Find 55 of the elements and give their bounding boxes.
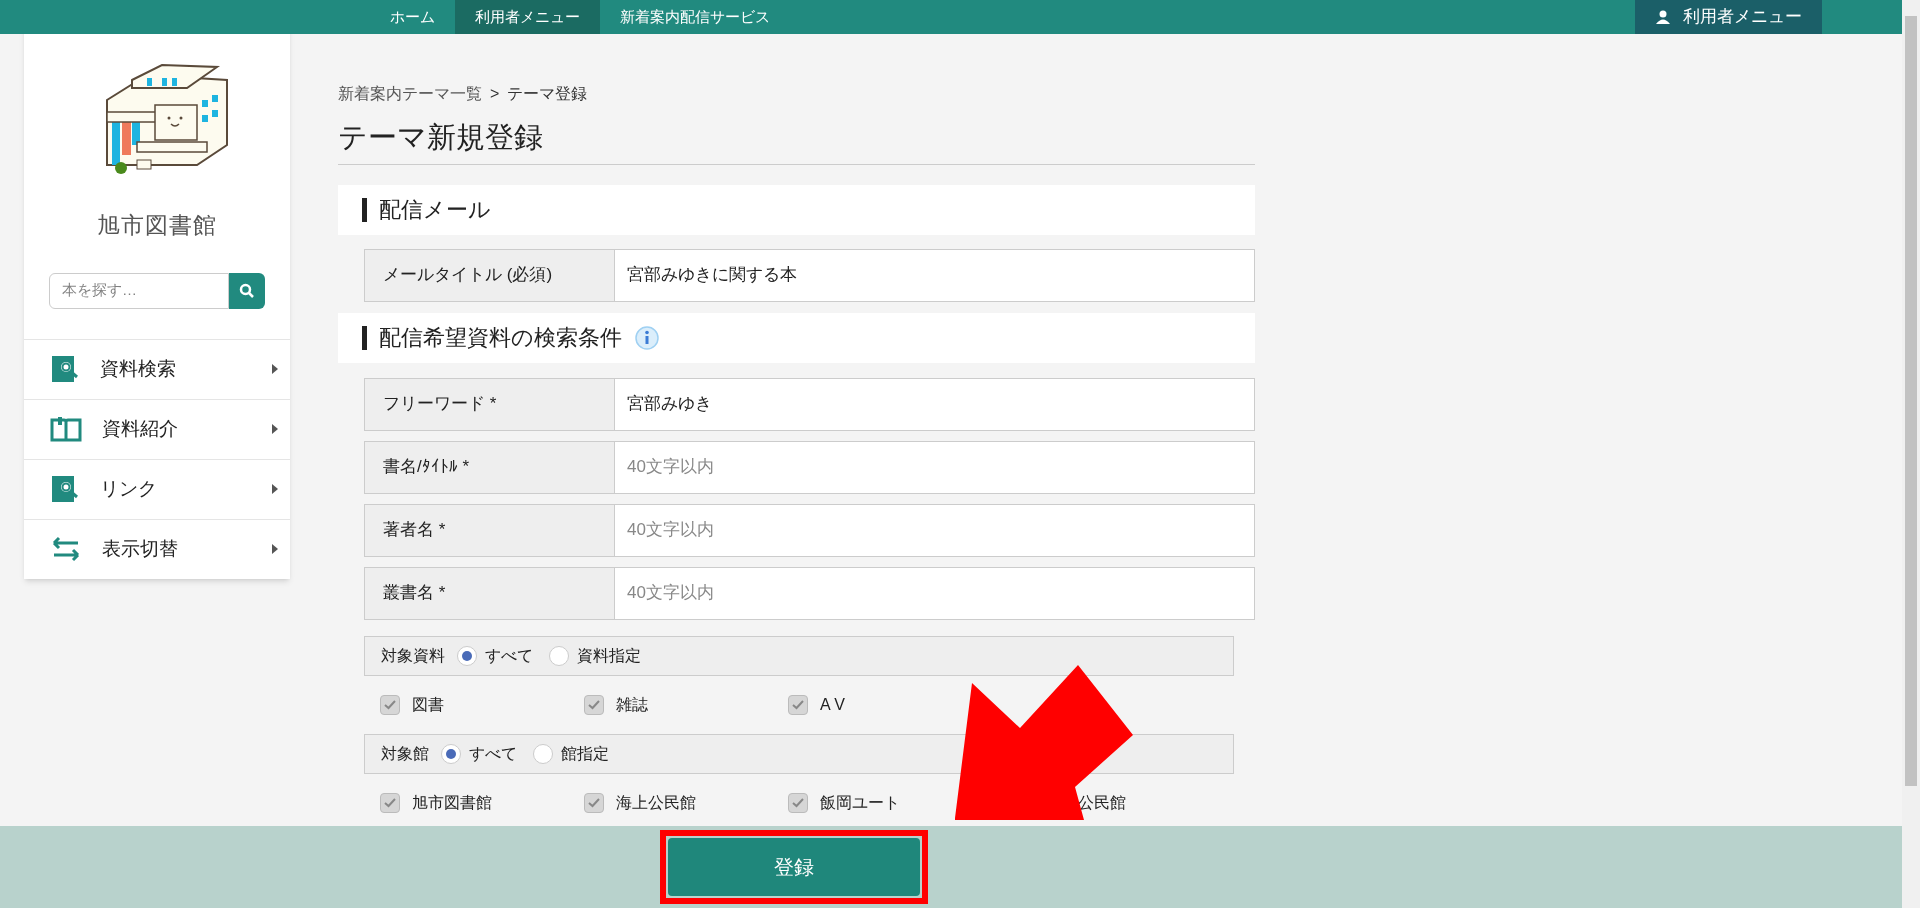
check-icon <box>384 797 396 808</box>
search-icon <box>239 282 255 299</box>
magnifier-book-icon <box>50 354 80 384</box>
sidebar-menu-item[interactable]: 資料紹介 <box>24 398 290 459</box>
heading-accent-bar <box>362 197 367 222</box>
checkbox[interactable] <box>788 792 808 813</box>
search-field[interactable]: 本を探す… <box>49 272 229 309</box>
sidebar-menu-item[interactable]: 資料検索 <box>24 338 290 399</box>
filter-label: 対象資料 <box>381 645 445 666</box>
check-icon <box>384 699 396 710</box>
breadcrumb-link[interactable]: 利用者メニュー <box>455 0 600 34</box>
filter-label: 対象館 <box>381 743 429 764</box>
radio-option[interactable]: 資料指定 <box>549 643 641 668</box>
user-menu-button[interactable]: 利用者メニュー <box>1635 0 1822 34</box>
sidebar-menu-item[interactable]: 表示切替 <box>24 518 290 579</box>
sidebar-menu-item[interactable]: リンク <box>24 458 290 519</box>
check-icon <box>588 699 600 710</box>
check-icon <box>792 797 804 808</box>
heading-accent-bar <box>362 325 367 350</box>
checkbox-label: 公民館 <box>1078 792 1126 813</box>
swap-arrows-icon <box>50 536 82 562</box>
checkbox[interactable] <box>584 792 604 813</box>
check-icon <box>588 797 600 808</box>
open-book-icon <box>50 416 82 442</box>
checkbox[interactable] <box>380 792 400 813</box>
breadcrumb-link[interactable]: ホーム <box>370 0 455 34</box>
checkbox-label: 旭市図書館 <box>412 792 492 813</box>
breadcrumb-separator: > <box>490 84 500 104</box>
checkbox-label: 図書 <box>412 694 444 715</box>
caret-icon <box>272 544 278 554</box>
breadcrumb-link[interactable]: 新着案内テーマ一覧 <box>338 82 482 106</box>
checkbox[interactable] <box>788 694 808 715</box>
radio-option[interactable]: すべて <box>457 643 533 668</box>
search-button[interactable] <box>229 272 265 309</box>
info-icon[interactable] <box>634 324 660 351</box>
checkbox-label: 飯岡ユート <box>820 792 900 813</box>
breadcrumb-link[interactable]: 新着案内配信サービス <box>600 0 790 34</box>
page-title: テーマ新規登録 <box>338 116 1255 165</box>
checkbox[interactable] <box>380 694 400 715</box>
caret-icon <box>272 484 278 494</box>
magnifier-book-icon <box>50 474 80 504</box>
register-button[interactable]: 登録 <box>668 838 920 896</box>
section-heading: 配信メール <box>379 196 491 224</box>
caret-icon <box>272 364 278 374</box>
user-icon <box>1655 9 1671 25</box>
scrollbar-thumb[interactable] <box>1905 16 1917 786</box>
library-name: 旭市図書館 <box>95 211 219 240</box>
checkbox-label: 海上公民館 <box>616 792 696 813</box>
breadcrumb-current: テーマ登録 <box>507 84 588 104</box>
caret-icon <box>272 424 278 434</box>
check-icon <box>792 699 804 710</box>
checkbox[interactable] <box>584 694 604 715</box>
checkbox-label: 雑誌 <box>616 694 648 715</box>
section-heading: 配信希望資料の検索条件 <box>379 324 622 352</box>
checkbox-label: A V <box>820 694 845 715</box>
